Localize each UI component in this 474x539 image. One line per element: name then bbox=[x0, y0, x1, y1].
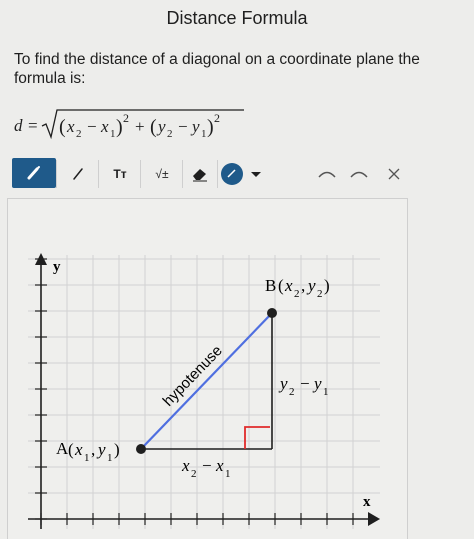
y-axis-label: y bbox=[53, 259, 61, 275]
text-tool-button[interactable]: Tт bbox=[98, 160, 141, 188]
formula-minus-1: − bbox=[87, 117, 97, 136]
svg-text:(: ( bbox=[278, 276, 284, 295]
x-axis-label: x bbox=[363, 494, 371, 510]
svg-text:y: y bbox=[312, 374, 322, 393]
formula-square-1: 2 bbox=[123, 111, 129, 125]
page-title: Distance Formula bbox=[166, 8, 308, 28]
svg-text:,: , bbox=[301, 276, 305, 295]
formula-paren: ( bbox=[59, 116, 66, 138]
distance-formula: d = ( x 2 − x 1 ) 2 + ( y 2 − y 1 ) 2 bbox=[12, 104, 272, 154]
svg-text:y: y bbox=[96, 440, 106, 459]
svg-text:B: B bbox=[265, 276, 276, 295]
svg-text:1: 1 bbox=[225, 468, 231, 480]
svg-text:1: 1 bbox=[323, 386, 329, 398]
svg-text:x: x bbox=[215, 456, 224, 475]
eraser-tool-button[interactable] bbox=[182, 160, 218, 188]
point-b bbox=[267, 308, 277, 318]
formula-y1-sub: 1 bbox=[201, 128, 207, 140]
svg-text:(: ( bbox=[68, 440, 74, 459]
formula-equals: = bbox=[28, 116, 38, 135]
formula-paren: ) bbox=[116, 116, 123, 138]
x-axis-arrow bbox=[368, 512, 380, 526]
point-a bbox=[136, 444, 146, 454]
svg-text:2: 2 bbox=[289, 386, 295, 398]
formula-x2-sub: 2 bbox=[76, 128, 82, 140]
svg-text:x: x bbox=[181, 456, 190, 475]
drawing-canvas[interactable]: y x hypotenuse A ( x 1 , y 1 ) B ( x 2 ,… bbox=[7, 198, 408, 539]
redo-button[interactable] bbox=[344, 160, 374, 188]
pen-icon bbox=[27, 166, 40, 180]
svg-text:): ) bbox=[114, 440, 120, 459]
intro-text: To find the distance of a diagonal on a … bbox=[14, 51, 420, 87]
formula-x1-sub: 1 bbox=[110, 128, 116, 140]
formula-square-2: 2 bbox=[214, 111, 220, 125]
formula-x2: x bbox=[66, 117, 75, 136]
close-icon bbox=[388, 168, 400, 180]
svg-text:1: 1 bbox=[107, 452, 113, 464]
coordinate-graph: y x hypotenuse A ( x 1 , y 1 ) B ( x 2 ,… bbox=[28, 253, 380, 529]
formula-y2-sub: 2 bbox=[167, 128, 173, 140]
svg-text:2: 2 bbox=[294, 288, 300, 300]
drawing-toolbar: Tт √± bbox=[8, 156, 408, 192]
formula-paren: ( bbox=[150, 116, 157, 138]
svg-text:−: − bbox=[300, 374, 310, 393]
svg-text:): ) bbox=[324, 276, 330, 295]
point-a-label: A ( x 1 , y 1 ) bbox=[56, 439, 120, 464]
color-picker-button[interactable] bbox=[216, 160, 270, 188]
svg-text:y: y bbox=[306, 276, 316, 295]
svg-text:1: 1 bbox=[84, 452, 90, 464]
hypotenuse-label: hypotenuse bbox=[160, 342, 226, 410]
math-tool-button[interactable]: √± bbox=[140, 160, 183, 188]
svg-text:2: 2 bbox=[191, 468, 197, 480]
eraser-icon bbox=[193, 169, 207, 182]
svg-text:y: y bbox=[278, 374, 288, 393]
line-tool-button[interactable] bbox=[56, 160, 99, 188]
formula-plus: + bbox=[135, 117, 145, 136]
svg-text:x: x bbox=[284, 276, 293, 295]
formula-x1: x bbox=[100, 117, 109, 136]
vertical-leg-label: y 2 − y 1 bbox=[278, 374, 329, 398]
line-icon bbox=[73, 168, 83, 180]
redo-icon bbox=[350, 171, 368, 178]
svg-text:2: 2 bbox=[317, 288, 323, 300]
chevron-down-icon bbox=[251, 172, 261, 177]
pen-tool-button[interactable] bbox=[12, 158, 56, 188]
formula-y1: y bbox=[190, 117, 200, 136]
svg-text:x: x bbox=[74, 440, 83, 459]
svg-text:,: , bbox=[91, 440, 95, 459]
formula-paren: ) bbox=[207, 116, 214, 138]
formula-minus-2: − bbox=[178, 117, 188, 136]
formula-y2: y bbox=[156, 117, 166, 136]
undo-icon bbox=[318, 171, 336, 178]
undo-button[interactable] bbox=[312, 160, 342, 188]
color-picker-icon bbox=[221, 163, 261, 185]
svg-text:−: − bbox=[202, 456, 212, 475]
close-button[interactable] bbox=[380, 160, 408, 188]
formula-d: d bbox=[14, 116, 23, 135]
hypotenuse-line bbox=[140, 312, 273, 450]
